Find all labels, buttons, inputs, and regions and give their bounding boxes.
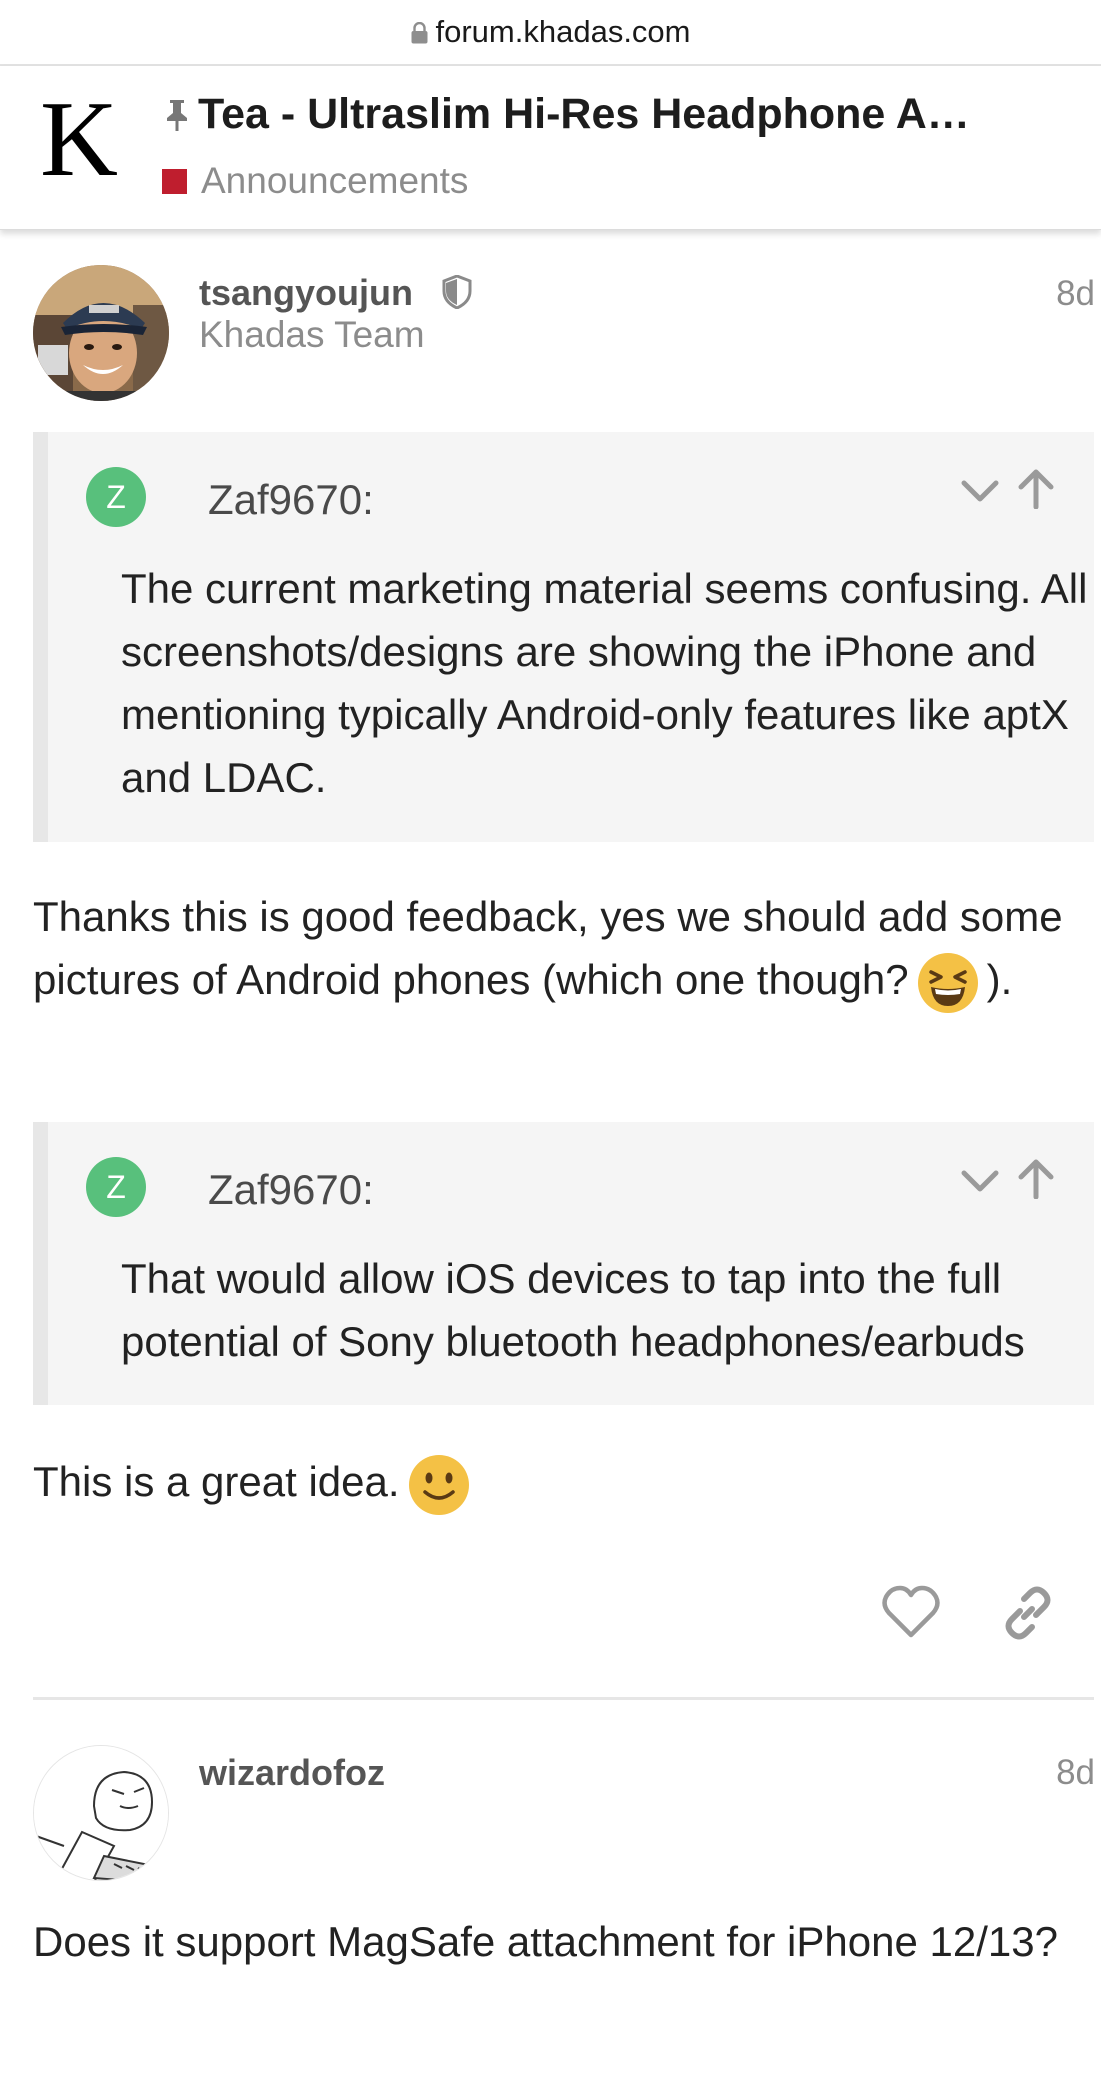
like-heart-icon[interactable] bbox=[882, 1585, 940, 1639]
post-user-title: Khadas Team bbox=[199, 314, 425, 355]
avatar-drawing bbox=[34, 1746, 168, 1880]
pin-icon bbox=[167, 99, 187, 131]
avatar-tsangyoujun[interactable] bbox=[33, 265, 169, 401]
site-logo[interactable]: K bbox=[40, 86, 118, 194]
category-badge[interactable]: Announcements bbox=[162, 160, 468, 202]
quote-block: Z Zaf9670: The current marketing materia… bbox=[33, 432, 1094, 842]
moderator-shield-icon bbox=[442, 275, 472, 309]
title-row: Tea - Ultraslim Hi-Res Headphone A… bbox=[162, 90, 1062, 139]
go-to-quoted-post-arrow-icon[interactable] bbox=[1016, 1157, 1056, 1199]
avatar-wizardofoz[interactable] bbox=[33, 1745, 169, 1881]
url-text: forum.khadas.com bbox=[435, 14, 691, 49]
avatar-photo bbox=[33, 265, 169, 401]
quote-author: Zaf9670: bbox=[208, 1166, 374, 1213]
post-date[interactable]: 8d bbox=[1056, 1753, 1095, 1793]
go-to-quoted-post-arrow-icon[interactable] bbox=[1016, 467, 1056, 509]
post-body-text: Does it support MagSafe attachment for i… bbox=[33, 1918, 1058, 1965]
laughing-emoji-icon bbox=[917, 952, 978, 1013]
quote-block-2: Z Zaf9670: That would allow iOS devices … bbox=[33, 1122, 1094, 1405]
expand-quote-chevron-icon[interactable] bbox=[960, 477, 1000, 505]
post-body-text: This is a great idea. bbox=[33, 1458, 400, 1505]
quote-avatar[interactable]: Z bbox=[86, 1157, 146, 1217]
post-body-text: Thanks this is good feedback, yes we sho… bbox=[33, 893, 1063, 1003]
post-body-paragraph: Thanks this is good feedback, yes we sho… bbox=[33, 885, 1073, 1014]
url-bar[interactable]: forum.khadas.com bbox=[0, 0, 1101, 66]
topic-title[interactable]: Tea - Ultraslim Hi-Res Headphone A… bbox=[198, 90, 970, 139]
quote-avatar[interactable]: Z bbox=[86, 467, 146, 527]
post-date[interactable]: 8d bbox=[1056, 274, 1095, 314]
expand-quote-chevron-icon[interactable] bbox=[960, 1167, 1000, 1195]
share-link-icon[interactable] bbox=[1000, 1585, 1056, 1641]
quote-text: That would allow iOS devices to tap into… bbox=[121, 1255, 1025, 1365]
slight-smile-emoji-icon bbox=[408, 1454, 469, 1515]
topic-header: K Tea - Ultraslim Hi-Res Headphone A… An… bbox=[0, 66, 1101, 230]
post-divider bbox=[33, 1697, 1094, 1700]
quote-text: The current marketing material seems con… bbox=[121, 565, 1088, 801]
post-username[interactable]: tsangyoujun bbox=[199, 272, 413, 314]
category-name: Announcements bbox=[201, 160, 469, 201]
post-body-text-end: ). bbox=[986, 956, 1013, 1003]
category-color-square bbox=[162, 168, 187, 194]
post-body-paragraph-2: This is a great idea. bbox=[33, 1450, 1073, 1516]
lock-icon bbox=[411, 22, 427, 44]
quote-author: Zaf9670: bbox=[208, 476, 374, 523]
post-username[interactable]: wizardofoz bbox=[199, 1752, 385, 1794]
